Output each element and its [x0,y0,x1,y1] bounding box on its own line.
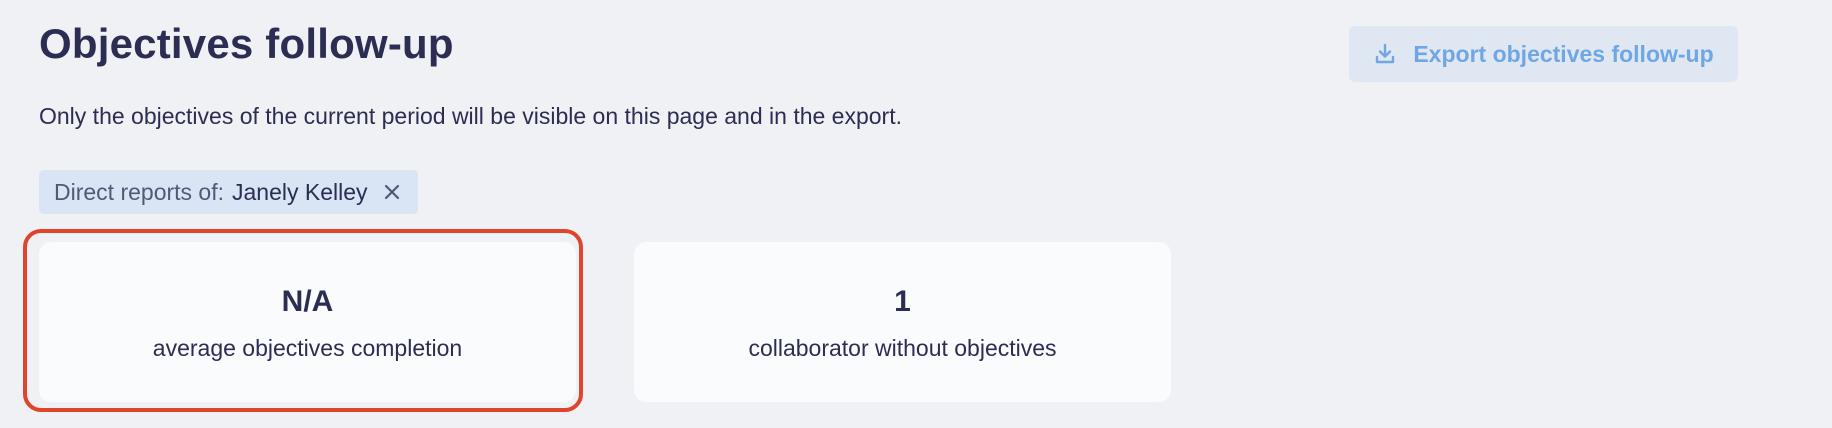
stat-value: N/A [281,284,334,318]
download-icon [1373,42,1397,66]
filter-value: Janely Kelley [232,178,368,205]
stat-card-average-completion: N/A average objectives completion [39,242,576,402]
export-objectives-button[interactable]: Export objectives follow-up [1349,26,1738,82]
filter-label: Direct reports of: [54,178,224,205]
period-notice: Only the objectives of the current perio… [39,103,902,129]
stat-value: 1 [894,284,911,318]
stat-label: average objectives completion [152,334,463,361]
stat-label: collaborator without objectives [748,334,1057,361]
close-icon[interactable] [382,182,402,202]
stat-card-without-objectives: 1 collaborator without objectives [634,242,1171,402]
filter-chip: Direct reports of: Janely Kelley [39,170,418,214]
export-button-label: Export objectives follow-up [1413,40,1714,67]
page-title: Objectives follow-up [39,20,454,67]
